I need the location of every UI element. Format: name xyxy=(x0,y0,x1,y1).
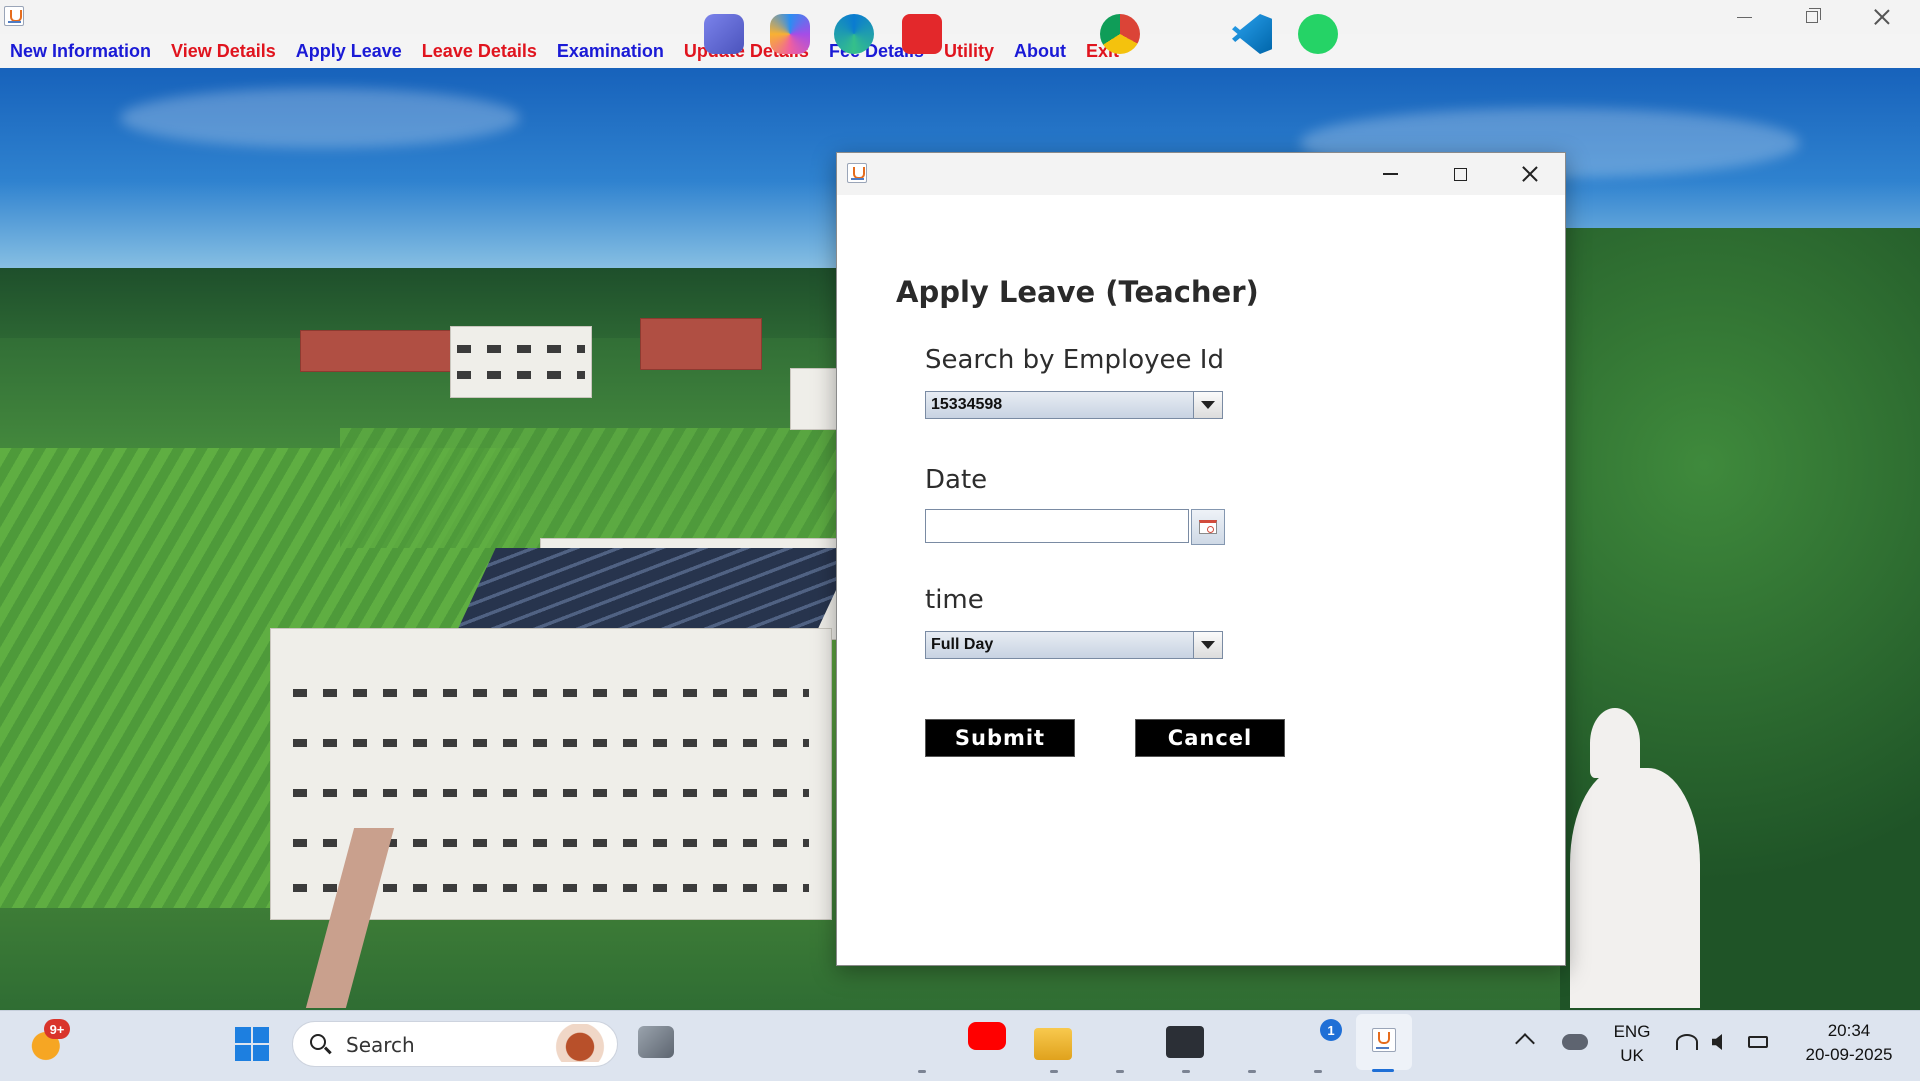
submit-button[interactable]: Submit xyxy=(925,719,1075,757)
onedrive-icon[interactable] xyxy=(1562,1034,1588,1050)
running-indicator xyxy=(1116,1070,1124,1073)
running-indicator xyxy=(1248,1070,1256,1073)
time-value: Full Day xyxy=(931,636,994,653)
main-title-bar xyxy=(0,0,1920,34)
active-indicator xyxy=(1372,1069,1394,1072)
time-label: time xyxy=(925,585,984,615)
menu-new-information[interactable]: New Information xyxy=(0,41,161,62)
java-app-icon xyxy=(847,163,867,183)
copilot-icon[interactable] xyxy=(770,14,810,54)
task-view-icon[interactable] xyxy=(638,1026,674,1058)
time-dropdown[interactable]: Full Day xyxy=(925,631,1223,659)
chevron-down-icon xyxy=(1201,401,1215,409)
form-title: Apply Leave (Teacher) xyxy=(896,275,1259,309)
language-indicator-line1[interactable]: ENG xyxy=(1610,1022,1654,1042)
menu-apply-leave[interactable]: Apply Leave xyxy=(286,41,412,62)
java-icon xyxy=(1372,1028,1396,1052)
clock-time[interactable]: 20:34 xyxy=(1790,1021,1908,1041)
maximize-icon xyxy=(1453,167,1467,181)
employee-id-value: 15334598 xyxy=(931,396,1003,413)
clock-date[interactable]: 20-09-2025 xyxy=(1790,1045,1908,1065)
running-indicator xyxy=(1050,1070,1058,1073)
running-indicator xyxy=(1182,1070,1190,1073)
menu-examination[interactable]: Examination xyxy=(547,41,674,62)
menu-bar: New Information View Details Apply Leave… xyxy=(0,34,1920,69)
wps-office-icon[interactable] xyxy=(902,14,942,54)
chrome-icon[interactable] xyxy=(1100,14,1140,54)
date-picker-button[interactable] xyxy=(1191,509,1225,545)
date-label: Date xyxy=(925,465,988,495)
minimize-icon xyxy=(1382,173,1398,175)
menu-utility[interactable]: Utility xyxy=(934,41,1004,62)
restore-icon xyxy=(1806,8,1821,23)
date-input[interactable] xyxy=(925,509,1189,543)
employee-id-label: Search by Employee Id xyxy=(925,345,1224,375)
close-button[interactable] xyxy=(1850,0,1914,34)
dialog-close-button[interactable] xyxy=(1495,153,1565,195)
whatsapp-icon[interactable] xyxy=(1298,14,1338,54)
youtube-icon[interactable] xyxy=(968,1022,1006,1050)
battery-icon[interactable] xyxy=(1748,1036,1768,1048)
minimize-button[interactable] xyxy=(1712,0,1776,34)
dialog-minimize-button[interactable] xyxy=(1355,153,1425,195)
running-indicator xyxy=(918,1070,926,1073)
language-indicator-line2[interactable]: UK xyxy=(1610,1046,1654,1066)
calendar-icon xyxy=(1199,520,1217,534)
file-explorer-icon[interactable] xyxy=(1034,1028,1072,1060)
minimize-icon xyxy=(1736,16,1752,18)
edge-icon[interactable] xyxy=(834,14,874,54)
close-icon xyxy=(1522,166,1538,182)
menu-about[interactable]: About xyxy=(1004,41,1076,62)
java-app-icon xyxy=(4,6,24,26)
cancel-button[interactable]: Cancel xyxy=(1135,719,1285,757)
taskbar-search-placeholder: Search xyxy=(346,1033,415,1057)
whatsapp-badge: 1 xyxy=(1320,1019,1342,1041)
menu-leave-details[interactable]: Leave Details xyxy=(412,41,547,62)
java-taskbar-button[interactable] xyxy=(1356,1014,1412,1070)
dialog-title-bar xyxy=(837,153,1565,195)
wifi-icon[interactable] xyxy=(1676,1034,1698,1050)
chevron-down-icon xyxy=(1201,641,1215,649)
time-dropdown-arrow[interactable] xyxy=(1193,632,1222,658)
running-indicator xyxy=(1314,1070,1322,1073)
employee-id-dropdown[interactable]: 15334598 xyxy=(925,391,1223,419)
menu-view-details[interactable]: View Details xyxy=(161,41,286,62)
teams-icon[interactable] xyxy=(704,14,744,54)
start-button[interactable] xyxy=(234,1026,272,1064)
terminal-icon[interactable] xyxy=(1166,1026,1204,1058)
start-icon xyxy=(235,1027,251,1043)
search-icon xyxy=(310,1034,326,1050)
dialog-maximize-button[interactable] xyxy=(1425,153,1495,195)
employee-id-dropdown-arrow[interactable] xyxy=(1193,392,1222,418)
widgets-badge: 9+ xyxy=(44,1019,70,1039)
apply-leave-dialog: Apply Leave (Teacher) Search by Employee… xyxy=(836,152,1566,966)
close-icon xyxy=(1874,9,1890,25)
restore-button[interactable] xyxy=(1780,0,1844,34)
search-highlight-image xyxy=(548,1024,612,1062)
